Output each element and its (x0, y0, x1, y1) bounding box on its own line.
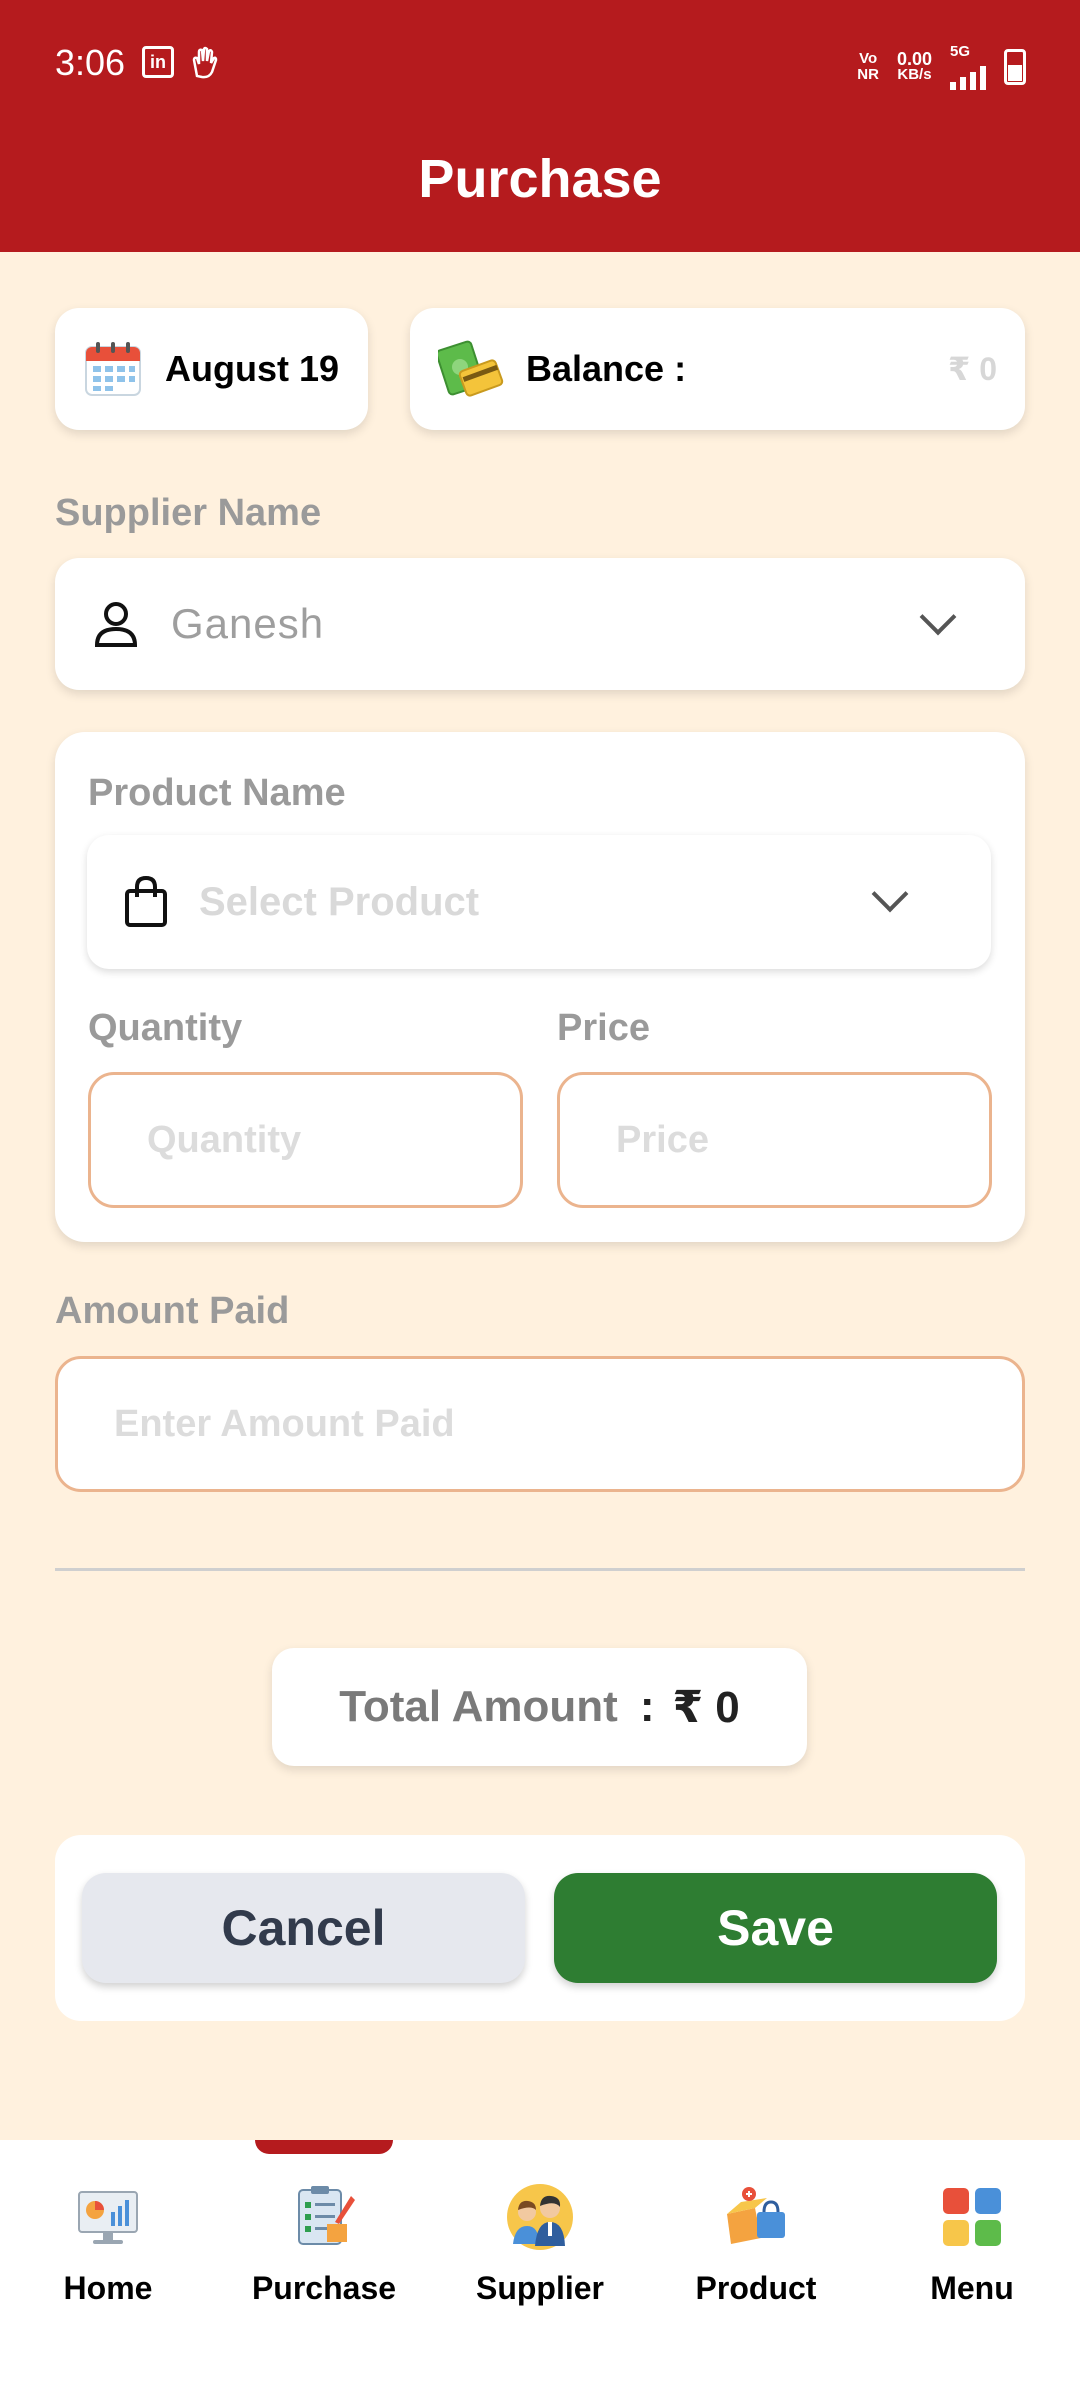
nav-label-product: Product (695, 2270, 817, 2306)
quantity-input[interactable]: Quantity (88, 1072, 523, 1208)
action-bar: Cancel Save (55, 1835, 1025, 2021)
divider (55, 1568, 1025, 1571)
clipboard-icon (298, 2186, 355, 2245)
cancel-button[interactable]: Cancel (82, 1873, 525, 1983)
nav-label-supplier: Supplier (475, 2270, 604, 2306)
amount-paid-input[interactable]: Enter Amount Paid (55, 1356, 1025, 1492)
price-input[interactable]: Price (557, 1072, 992, 1208)
shopping-bag-icon (125, 875, 167, 927)
nav-item-supplier[interactable]: Supplier (432, 2182, 648, 2307)
product-name-label: Product Name (88, 772, 346, 814)
total-amount-value: ₹ 0 (672, 1682, 740, 1732)
nav-label-menu: Menu (930, 2270, 1014, 2306)
signal-bars-icon (950, 60, 986, 90)
supplier-dropdown[interactable]: Ganesh (55, 558, 1025, 690)
product-placeholder: Select Product (199, 879, 480, 924)
date-card[interactable]: August 19 (55, 308, 368, 430)
product-dropdown[interactable]: Select Product (87, 835, 991, 969)
linkedin-icon: in (142, 46, 174, 78)
status-icons-left: in (142, 46, 220, 80)
status-icons-right: Vo NR 0.00 KB/s 5G (857, 44, 1026, 90)
person-icon (94, 602, 138, 647)
dashboard-icon (78, 2191, 138, 2244)
amount-paid-placeholder: Enter Amount Paid (114, 1402, 455, 1445)
nav-item-menu[interactable]: Menu (864, 2182, 1080, 2307)
supplier-selected-value: Ganesh (171, 600, 325, 647)
top-bar: 3:06 in Vo NR 0.00 KB/s 5G Purchase (0, 0, 1080, 252)
cellular-signal: 5G (950, 44, 986, 90)
supplier-label: Supplier Name (55, 492, 322, 534)
active-tab-indicator (255, 2140, 393, 2154)
nav-label-purchase: Purchase (251, 2270, 397, 2306)
price-label: Price (557, 1007, 650, 1049)
price-placeholder: Price (616, 1118, 709, 1161)
nav-item-purchase[interactable]: Purchase (216, 2182, 432, 2307)
battery-icon (1004, 49, 1026, 85)
save-button[interactable]: Save (554, 1873, 997, 1983)
chevron-down-icon (871, 875, 909, 913)
nav-label-home: Home (63, 2270, 153, 2306)
balance-card: Balance : ₹ 0 (410, 308, 1025, 430)
chevron-down-icon (919, 598, 957, 636)
date-label: August 19 (165, 348, 340, 389)
volte-indicator: Vo NR (857, 50, 879, 83)
quantity-label: Quantity (88, 1007, 243, 1049)
network-speed: 0.00 KB/s (896, 49, 932, 83)
box-icon (727, 2187, 785, 2244)
product-panel: Product Name Select Product Quantity Pri… (55, 732, 1025, 1242)
total-amount-card: Total Amount : ₹ 0 (272, 1648, 807, 1766)
bottom-nav: Home Purchase Supplier Product Menu (0, 2140, 1080, 2408)
total-amount-colon: : (639, 1682, 655, 1731)
nav-item-home[interactable]: Home (0, 2182, 216, 2307)
page-title: Purchase (418, 149, 662, 209)
hand-icon (192, 46, 218, 79)
calendar-icon (85, 342, 141, 396)
amount-paid-label: Amount Paid (55, 1290, 290, 1332)
balance-value: ₹ 0 (948, 351, 997, 387)
balance-label: Balance : (526, 348, 687, 389)
grid-icon (943, 2188, 1001, 2246)
people-icon (507, 2184, 573, 2250)
nav-item-product[interactable]: Product (648, 2182, 864, 2307)
total-amount-label: Total Amount (339, 1682, 618, 1731)
status-time: 3:06 (55, 42, 126, 83)
quantity-placeholder: Quantity (147, 1118, 302, 1161)
money-card-icon (438, 340, 504, 397)
